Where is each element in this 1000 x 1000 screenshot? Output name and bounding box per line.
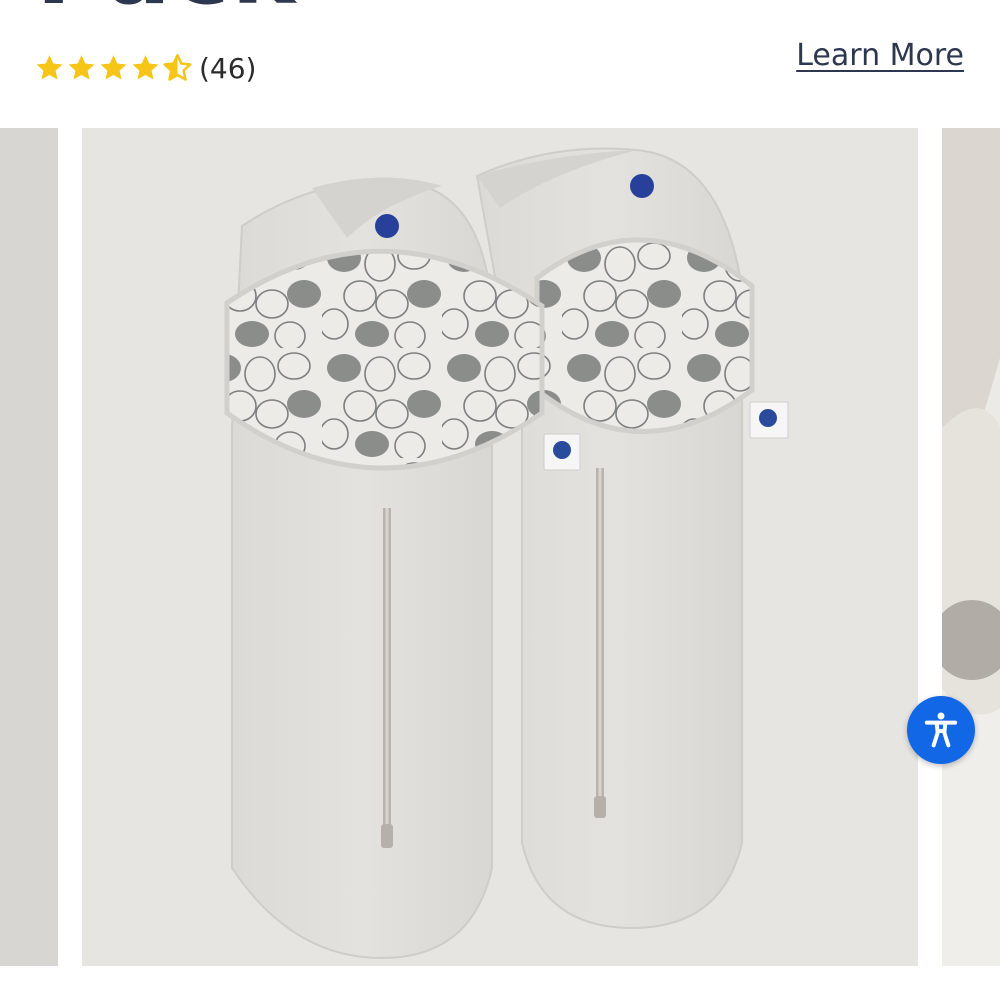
rating-row[interactable]: (46) — [34, 48, 256, 88]
learn-more-link[interactable]: Learn More — [796, 38, 964, 73]
star-full-icon — [132, 55, 159, 80]
star-full-icon — [100, 55, 127, 80]
review-count[interactable]: (46) — [199, 52, 256, 85]
product-title: Pack — [36, 0, 297, 18]
previous-slide-peek[interactable] — [0, 128, 58, 966]
star-rating — [34, 53, 193, 83]
accessibility-person-icon — [924, 712, 958, 748]
next-slide-image — [942, 128, 1000, 966]
next-slide-peek[interactable] — [942, 128, 1000, 966]
swaddle-back — [475, 147, 789, 930]
star-full-icon — [68, 55, 95, 80]
accessibility-button[interactable] — [907, 696, 975, 764]
product-page: Pack (46) Learn More — [0, 0, 1000, 1000]
product-image-carousel[interactable] — [0, 128, 1000, 966]
star-full-icon — [36, 55, 63, 80]
star-half-icon — [163, 54, 192, 81]
product-image[interactable] — [82, 128, 918, 966]
swaddle-illustration — [224, 147, 789, 960]
